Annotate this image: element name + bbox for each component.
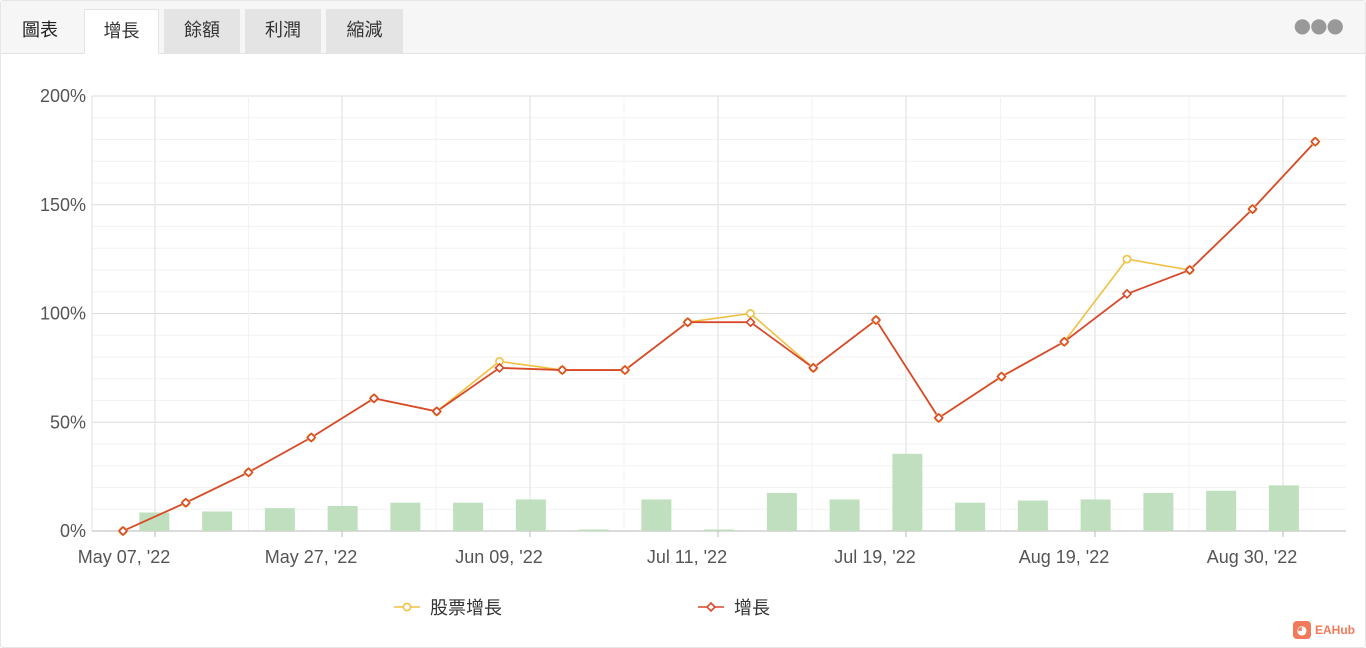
x-tick-label: May 07, '22 [78, 547, 171, 567]
y-tick-label: 0% [60, 521, 86, 541]
brand-watermark: ◕ EAHub [1293, 621, 1355, 639]
bar [641, 499, 672, 531]
bar [766, 492, 797, 531]
brand-text: EAHub [1315, 623, 1355, 637]
bar [1268, 485, 1299, 531]
bar [704, 529, 735, 531]
bar [1080, 499, 1111, 531]
bar [202, 511, 233, 531]
bar [578, 529, 609, 531]
point-stock-growth [1122, 254, 1132, 264]
tab-profit[interactable]: 利潤 [245, 9, 321, 53]
tab-drawdown[interactable]: 縮減 [326, 9, 403, 53]
bar [327, 505, 358, 531]
piggy-icon: ◕ [1293, 621, 1311, 639]
legend-label-stock-growth: 股票增長 [430, 598, 502, 619]
legend-label-growth: 增長 [734, 598, 770, 619]
x-tick-label: Jul 11, '22 [647, 547, 727, 567]
legend-marker-circle-icon [402, 602, 412, 612]
tab-balance[interactable]: 餘額 [164, 9, 240, 53]
x-tick-label: Jun 09, '22 [455, 547, 543, 567]
more-options-icon[interactable]: ●●● [1294, 13, 1344, 37]
series-line-growth [122, 141, 1316, 532]
x-tick-label: Jul 19, '22 [834, 547, 916, 567]
bar [1206, 490, 1237, 531]
bar [1017, 500, 1048, 531]
bar [829, 499, 860, 531]
growth-chart: 0% 50% 100% 150% 200% May 07, '22 May 27, '22 J… [40, 86, 1346, 619]
y-tick-label: 200% [40, 86, 86, 106]
bar [1143, 492, 1174, 531]
bar [892, 453, 923, 531]
panel-title: 圖表 [22, 20, 58, 41]
bar [453, 502, 484, 531]
point-stock-growth [746, 309, 755, 318]
tab-growth[interactable]: 增長 [84, 9, 159, 54]
y-tick-label: 50% [50, 412, 86, 432]
y-tick-label: 150% [40, 195, 86, 215]
legend-marker-diamond-icon [705, 601, 717, 613]
tab-bar: 圖表 增長 餘額 利潤 縮減 ●●● [1, 1, 1365, 54]
chart-panel: 圖表 增長 餘額 利潤 縮減 ●●● 0% 50% 100% 150% 200% May … [0, 0, 1366, 648]
y-tick-label: 100% [40, 304, 86, 324]
bar [955, 502, 986, 531]
bar [515, 499, 546, 531]
bar [264, 508, 295, 531]
series-line-stock-growth [122, 141, 1316, 532]
x-tick-label: May 27, '22 [265, 547, 358, 567]
x-tick-label: Aug 30, '22 [1207, 547, 1298, 567]
bar [390, 502, 421, 531]
x-tick-label: Aug 19, '22 [1019, 547, 1110, 567]
